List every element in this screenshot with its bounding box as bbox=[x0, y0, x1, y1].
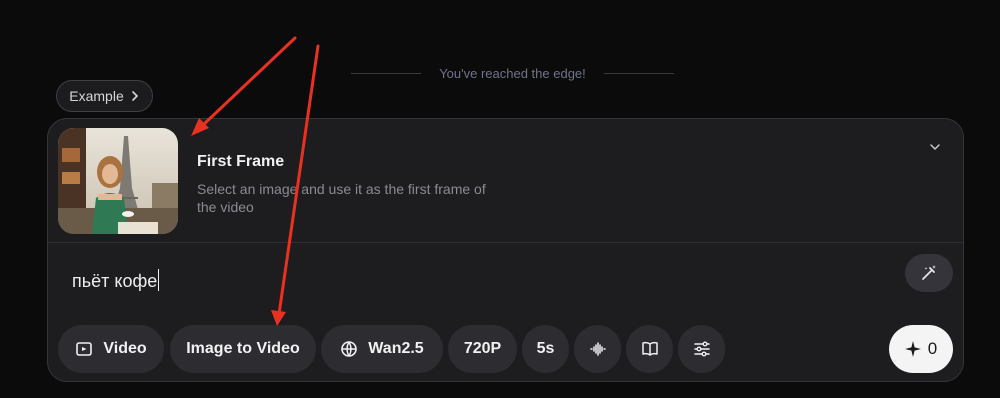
annotation-arrow-1 bbox=[200, 36, 297, 128]
text-caret bbox=[158, 269, 160, 291]
resolution-chip[interactable]: 720P bbox=[448, 325, 517, 373]
model-label: Wan2.5 bbox=[368, 340, 424, 357]
first-frame-section[interactable]: First Frame Select an image and use it a… bbox=[48, 119, 963, 243]
first-frame-description: Select an image and use it as the first … bbox=[197, 181, 486, 215]
edge-banner: You've reached the edge! bbox=[340, 62, 685, 84]
divider-right bbox=[603, 72, 674, 74]
audio-chip[interactable] bbox=[574, 325, 621, 373]
generate-credit-count: 0 bbox=[927, 339, 938, 358]
edge-banner-text: You've reached the edge! bbox=[439, 65, 586, 81]
prompt-input[interactable]: пьёт кофе bbox=[72, 269, 160, 292]
divider-left bbox=[351, 72, 422, 74]
chevron-down-icon[interactable] bbox=[929, 141, 941, 153]
generator-panel: First Frame Select an image and use it a… bbox=[47, 118, 964, 382]
sparkle-icon bbox=[904, 341, 921, 357]
mode-video-label: Video bbox=[103, 340, 147, 357]
magic-wand-icon bbox=[922, 265, 936, 280]
image-to-video-label: Image to Video bbox=[186, 340, 300, 357]
library-chip[interactable] bbox=[626, 325, 673, 373]
first-frame-thumbnail[interactable] bbox=[58, 128, 178, 234]
chevron-right-icon bbox=[131, 91, 138, 101]
resolution-label: 720P bbox=[463, 340, 502, 357]
example-button[interactable]: Example bbox=[56, 80, 153, 112]
settings-chip[interactable] bbox=[678, 325, 725, 373]
sliders-icon bbox=[693, 341, 710, 357]
model-globe-icon bbox=[341, 341, 358, 357]
first-frame-title: First Frame bbox=[197, 153, 285, 170]
cafe-photo-image bbox=[58, 128, 178, 234]
book-icon bbox=[641, 341, 658, 356]
duration-label: 5s bbox=[536, 340, 555, 357]
mode-video-chip[interactable]: Video bbox=[58, 325, 164, 373]
video-icon bbox=[76, 342, 93, 356]
generate-button[interactable]: 0 bbox=[889, 325, 953, 373]
enhance-prompt-button[interactable] bbox=[905, 254, 953, 292]
prompt-text: пьёт кофе bbox=[72, 271, 158, 291]
audio-wave-icon bbox=[589, 342, 606, 356]
model-select-chip[interactable]: Wan2.5 bbox=[321, 325, 443, 373]
duration-chip[interactable]: 5s bbox=[522, 325, 569, 373]
image-to-video-chip[interactable]: Image to Video bbox=[170, 325, 316, 373]
example-button-label: Example bbox=[69, 88, 124, 104]
